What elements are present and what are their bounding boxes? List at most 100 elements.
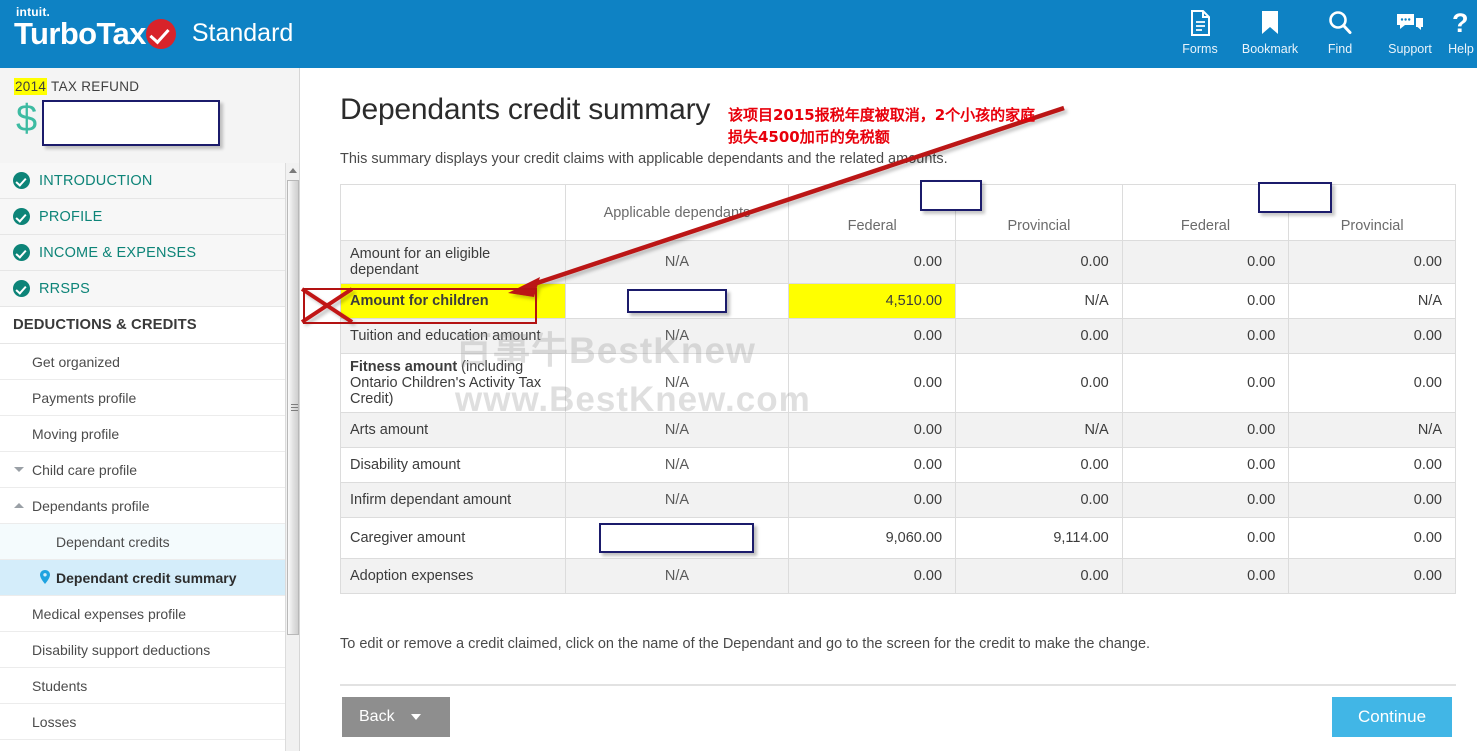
- dependant-name-redacted: [626, 289, 727, 313]
- row-federal-2: 0.00: [1121, 558, 1290, 594]
- row-federal-2: 0.00: [1121, 482, 1290, 518]
- row-dependants: N/A: [564, 353, 790, 413]
- row-provincial-2: N/A: [1288, 412, 1456, 448]
- sidebar-item-students[interactable]: Students: [0, 668, 286, 704]
- sidebar-item-label: INCOME & EXPENSES: [39, 244, 197, 261]
- sidebar-item-dependant-credits[interactable]: Dependant credits: [0, 524, 286, 560]
- sidebar-item-introduction[interactable]: INTRODUCTION: [0, 163, 286, 199]
- sidebar: 2014 TAX REFUND $ INTRODUCTION PROFILE I…: [0, 68, 300, 751]
- sidebar-item-dependants-profile[interactable]: Dependants profile: [0, 488, 286, 524]
- turbotax-logo: intuit. TurboTax Standard: [14, 6, 293, 50]
- row-provincial-2: 0.00: [1288, 240, 1456, 284]
- table-row[interactable]: Fitness amount (including Ontario Childr…: [340, 353, 1456, 413]
- sidebar-item-get-organized[interactable]: Get organized: [0, 344, 286, 380]
- row-dependants: N/A: [564, 447, 790, 483]
- row-federal-2: 0.00: [1121, 240, 1290, 284]
- row-federal-2: 0.00: [1121, 447, 1290, 483]
- sidebar-item-label: Students: [32, 677, 88, 694]
- row-label: Arts amount: [340, 412, 566, 448]
- row-provincial-1: 9,114.00: [955, 517, 1123, 559]
- scrollbar-thumb[interactable]: [287, 180, 299, 635]
- chevron-down-icon: [14, 467, 24, 472]
- row-label: Caregiver amount: [340, 517, 566, 559]
- sidebar-item-label: Dependants profile: [32, 497, 150, 514]
- sidebar-item-moving-profile[interactable]: Moving profile: [0, 416, 286, 452]
- row-provincial-2: 0.00: [1288, 482, 1456, 518]
- check-circle-icon: [13, 172, 30, 189]
- chevron-down-icon: [410, 714, 421, 720]
- location-pin-icon: [40, 570, 50, 584]
- row-dependants: N/A: [564, 412, 790, 448]
- row-dependants: N/A: [564, 318, 790, 354]
- column-group-header-redacted-2: [1258, 182, 1332, 213]
- toolbar-forms-button[interactable]: Forms: [1165, 4, 1235, 56]
- table-row[interactable]: Infirm dependant amount N/A 0.00 0.00 0.…: [340, 482, 1456, 518]
- sidebar-item-label: Child care profile: [32, 461, 138, 478]
- sidebar-item-income-expenses[interactable]: INCOME & EXPENSES: [0, 235, 286, 271]
- toolbar-find-label: Find: [1327, 42, 1353, 56]
- row-federal-2: 0.00: [1121, 412, 1290, 448]
- sidebar-item-label: Get organized: [32, 353, 120, 370]
- table-row[interactable]: Amount for an eligible dependant N/A 0.0…: [340, 240, 1456, 284]
- svg-text:?: ?: [1452, 9, 1469, 37]
- table-row[interactable]: Arts amount N/A 0.00 N/A 0.00 N/A: [340, 412, 1456, 448]
- column-group-header-redacted-1: [920, 180, 982, 211]
- sidebar-item-medical-expenses-profile[interactable]: Medical expenses profile: [0, 596, 286, 632]
- sidebar-item-disability-support-deductions[interactable]: Disability support deductions: [0, 632, 286, 668]
- back-button[interactable]: Back: [342, 697, 450, 737]
- row-label: Amount for an eligible dependant: [340, 240, 566, 284]
- continue-button[interactable]: Continue: [1332, 697, 1452, 737]
- toolbar-help-label: Help: [1448, 42, 1474, 56]
- tax-refund-text: TAX REFUND: [51, 79, 140, 94]
- sidebar-item-label: PROFILE: [39, 208, 103, 225]
- sidebar-item-label: RRSPS: [39, 280, 90, 297]
- document-icon: [1189, 8, 1212, 38]
- toolbar-help-button[interactable]: ? Help: [1445, 4, 1477, 56]
- table-row[interactable]: Adoption expenses N/A 0.00 0.00 0.00 0.0…: [340, 558, 1456, 594]
- sidebar-item-rrsps[interactable]: RRSPS: [0, 271, 286, 307]
- row-federal-1: 9,060.00: [788, 517, 957, 559]
- page-subtitle: This summary displays your credit claims…: [340, 151, 948, 167]
- row-federal-1: 0.00: [788, 353, 957, 413]
- scroll-up-arrow-icon[interactable]: [286, 163, 299, 178]
- row-dependants: N/A: [564, 482, 790, 518]
- sidebar-item-label: INTRODUCTION: [39, 172, 153, 189]
- row-provincial-1: 0.00: [955, 447, 1123, 483]
- tax-refund-panel: 2014 TAX REFUND $: [0, 68, 299, 163]
- chinese-note-line-1: 该项目2015报税年度被取消，2个小孩的家庭: [728, 106, 1036, 124]
- row-federal-1: 0.00: [788, 240, 957, 284]
- sidebar-item-losses[interactable]: Losses: [0, 704, 286, 740]
- row-provincial-1: 0.00: [955, 353, 1123, 413]
- toolbar-bookmark-button[interactable]: Bookmark: [1235, 4, 1305, 56]
- sidebar-item-child-care-profile[interactable]: Child care profile: [0, 452, 286, 488]
- row-provincial-2: 0.00: [1288, 558, 1456, 594]
- sidebar-item-profile[interactable]: PROFILE: [0, 199, 286, 235]
- toolbar-forms-label: Forms: [1182, 42, 1218, 56]
- sidebar-item-dependant-credit-summary[interactable]: Dependant credit summary: [0, 560, 286, 596]
- check-circle-icon: [13, 208, 30, 225]
- row-provincial-2: 0.00: [1288, 447, 1456, 483]
- turbotax-checkmark-icon: [145, 19, 176, 49]
- sidebar-scrollbar[interactable]: [285, 163, 299, 751]
- dollar-sign-icon: $: [16, 98, 38, 140]
- row-dependants: [564, 517, 790, 559]
- turbotax-wordmark: TurboTax: [14, 16, 146, 51]
- tax-refund-value-redacted: [42, 100, 220, 146]
- continue-button-label: Continue: [1357, 707, 1427, 726]
- toolbar-find-button[interactable]: Find: [1305, 4, 1375, 56]
- row-provincial-2: 0.00: [1288, 517, 1456, 559]
- search-icon: [1328, 8, 1353, 38]
- row-label: Disability amount: [340, 447, 566, 483]
- table-row[interactable]: Caregiver amount 9,060.00 9,114.00 0.00 …: [340, 517, 1456, 559]
- sidebar-item-payments-profile[interactable]: Payments profile: [0, 380, 286, 416]
- row-provincial-1: 0.00: [955, 240, 1123, 284]
- table-row[interactable]: Disability amount N/A 0.00 0.00 0.00 0.0…: [340, 447, 1456, 483]
- edition-label: Standard: [191, 19, 294, 47]
- main-content: Dependants credit summary This summary d…: [300, 68, 1477, 751]
- sidebar-item-label: Medical expenses profile: [32, 605, 187, 622]
- sidebar-item-label: Disability support deductions: [32, 641, 211, 658]
- tax-year: 2014: [14, 78, 48, 95]
- toolbar-support-button[interactable]: Support: [1375, 4, 1445, 56]
- question-mark-icon: ?: [1451, 8, 1471, 38]
- row-provincial-2: N/A: [1288, 283, 1456, 319]
